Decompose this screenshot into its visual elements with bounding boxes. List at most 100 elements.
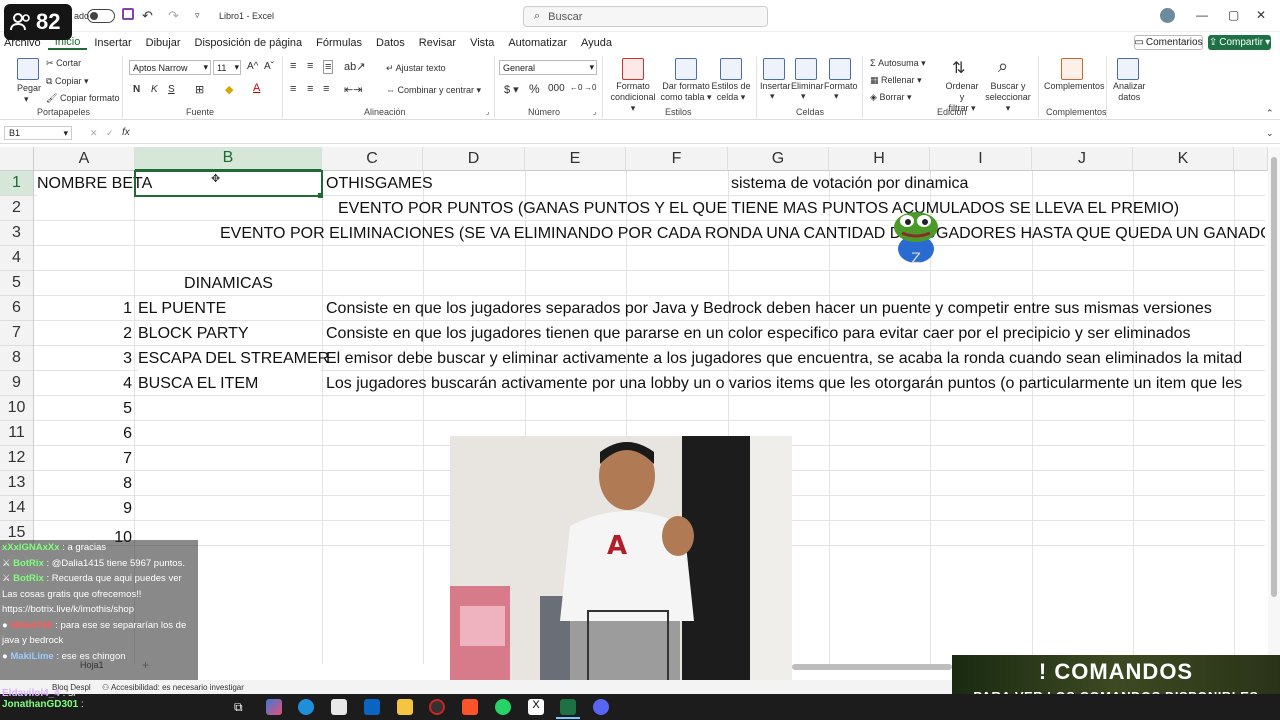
cell-b5[interactable]: DINAMICAS (135, 271, 322, 296)
fill-color-icon[interactable]: ◆ (225, 83, 233, 96)
delete-cells-icon[interactable] (795, 58, 817, 80)
paste-button[interactable]: Pegar (17, 83, 41, 93)
align-center-icon[interactable]: ≡ (307, 83, 313, 95)
alignment-launcher-icon[interactable]: ⌟ (486, 108, 489, 116)
fill-button[interactable]: ▦ Rellenar ▾ (870, 75, 922, 86)
font-color-icon[interactable]: A (253, 82, 260, 94)
number-format-select[interactable]: General ▾ (499, 60, 597, 75)
cell-a6[interactable]: 1 (34, 296, 132, 321)
sort-filter-icon[interactable]: ⇅ (952, 58, 965, 78)
search-box[interactable]: ⌕ Buscar (523, 6, 768, 27)
cell-c9[interactable]: Los jugadores buscarán activamente por u… (326, 371, 1242, 396)
indent-icon[interactable]: ⇤⇥ (344, 83, 362, 96)
column-header[interactable]: C (322, 147, 423, 171)
cell-c7[interactable]: Consiste en que los jugadores tienen que… (326, 321, 1190, 346)
maximize-icon[interactable]: ▢ (1228, 8, 1239, 22)
outlook-icon[interactable] (364, 699, 380, 715)
find-select-button[interactable]: Buscar y seleccionar ▾ (984, 81, 1032, 114)
discord-icon[interactable] (593, 699, 609, 715)
clear-button[interactable]: ◈ Borrar ▾ (870, 92, 911, 103)
cell-a9[interactable]: 4 (34, 371, 132, 396)
formula-input[interactable] (146, 126, 1260, 140)
column-header[interactable]: A (34, 147, 135, 171)
cell-a13[interactable]: 8 (34, 471, 132, 496)
brave-icon[interactable] (462, 699, 478, 715)
share-button[interactable]: ⇪ Compartir ▾ (1208, 35, 1271, 50)
tab-datos[interactable]: Datos (369, 37, 412, 49)
insert-cells-button[interactable]: Insertar ▾ (760, 81, 791, 102)
autosave-toggle[interactable] (87, 9, 115, 23)
cell-a7[interactable]: 2 (34, 321, 132, 346)
align-bottom-icon[interactable]: ≡ (323, 60, 334, 74)
column-header[interactable]: F (626, 147, 728, 171)
cell-b9[interactable]: BUSCA EL ITEM (138, 371, 258, 396)
cell-a8[interactable]: 3 (34, 346, 132, 371)
grow-font-icon[interactable]: A^ (247, 61, 258, 72)
tab-formulas[interactable]: Fórmulas (309, 37, 369, 49)
cell-g1[interactable]: sistema de votación por dinamica (731, 171, 968, 196)
analyze-data-button[interactable]: Analizar datos (1113, 81, 1146, 103)
row-header[interactable]: 13 (0, 471, 34, 496)
copilot-icon[interactable] (266, 699, 282, 715)
paste-icon[interactable] (17, 58, 39, 80)
cell-a12[interactable]: 7 (34, 446, 132, 471)
name-box[interactable]: B1 ▾ (4, 126, 72, 140)
font-size-select[interactable]: 11 ▾ (213, 60, 241, 75)
align-middle-icon[interactable]: ≡ (307, 60, 313, 72)
redo-icon[interactable]: ↷ (168, 8, 179, 24)
cell-row2[interactable]: EVENTO POR PUNTOS (GANAS PUNTOS Y EL QUE… (338, 196, 1179, 221)
edge-icon[interactable] (298, 699, 314, 715)
row-header[interactable]: 1 (0, 171, 34, 196)
task-view-icon[interactable]: ⧉ (234, 700, 250, 716)
row-header[interactable]: 7 (0, 321, 34, 346)
row-header[interactable]: 11 (0, 421, 34, 446)
wrap-text-button[interactable]: ↵ Ajustar texto (386, 63, 446, 74)
align-right-icon[interactable]: ≡ (323, 83, 329, 95)
row-header[interactable]: 9 (0, 371, 34, 396)
cell-b6[interactable]: EL PUENTE (138, 296, 226, 321)
tab-revisar[interactable]: Revisar (412, 37, 463, 49)
insert-cells-icon[interactable] (763, 58, 785, 80)
store-icon[interactable] (331, 699, 347, 715)
cell-a10[interactable]: 5 (34, 396, 132, 421)
row-header[interactable]: 8 (0, 346, 34, 371)
cell-c6[interactable]: Consiste en que los jugadores separados … (326, 296, 1212, 321)
tab-insertar[interactable]: Insertar (87, 37, 138, 49)
row-header[interactable]: 3 (0, 221, 34, 246)
increase-decimal-icon[interactable]: ←0 (570, 83, 582, 92)
cell-styles-button[interactable]: Estilos de celda ▾ (710, 81, 752, 103)
font-name-select[interactable]: Aptos Narrow ▾ (129, 60, 211, 75)
excel-taskbar-icon[interactable] (560, 699, 576, 715)
addins-button[interactable]: Complementos (1044, 81, 1105, 91)
align-top-icon[interactable]: ≡ (290, 60, 296, 72)
tab-disposicion[interactable]: Disposición de página (188, 37, 310, 49)
x-icon[interactable]: X (528, 699, 544, 715)
qat-more-icon[interactable]: ▿ (195, 10, 200, 21)
cell-b7[interactable]: BLOCK PARTY (138, 321, 249, 346)
underline-icon[interactable]: S (168, 84, 175, 95)
sheet-tab-hoja1[interactable]: Hoja1 (80, 660, 104, 670)
row-header[interactable]: 6 (0, 296, 34, 321)
copy-button[interactable]: ⧉ Copiar ▾ (46, 76, 89, 87)
currency-icon[interactable]: $ ▾ (504, 83, 519, 96)
row-header[interactable]: 5 (0, 271, 34, 296)
cell-styles-icon[interactable] (720, 58, 742, 80)
active-cell-b1[interactable] (134, 170, 323, 197)
autosum-button[interactable]: Σ Autosuma ▾ (870, 58, 926, 69)
cancel-formula-icon[interactable]: ✕ (90, 128, 98, 139)
conditional-format-button[interactable]: Formato condicional ▾ (609, 81, 657, 114)
merge-center-button[interactable]: ⇔ Combinar y centrar ▾ (386, 85, 481, 96)
cell-a14[interactable]: 9 (34, 496, 132, 521)
comma-icon[interactable]: 000 (548, 83, 565, 94)
cell-c8[interactable]: El emisor debe buscar y eliminar activam… (326, 346, 1242, 371)
column-header[interactable]: K (1133, 147, 1234, 171)
bold-icon[interactable]: N (133, 84, 140, 95)
explorer-icon[interactable] (397, 699, 413, 715)
column-header[interactable]: H (829, 147, 930, 171)
orientation-icon[interactable]: ab↗ (344, 60, 365, 73)
tab-ayuda[interactable]: Ayuda (574, 37, 619, 49)
find-select-icon[interactable]: ⌕ (998, 56, 1008, 77)
shrink-font-icon[interactable]: Aˇ (264, 61, 274, 72)
column-header[interactable]: J (1032, 147, 1133, 171)
row-header[interactable]: 2 (0, 196, 34, 221)
